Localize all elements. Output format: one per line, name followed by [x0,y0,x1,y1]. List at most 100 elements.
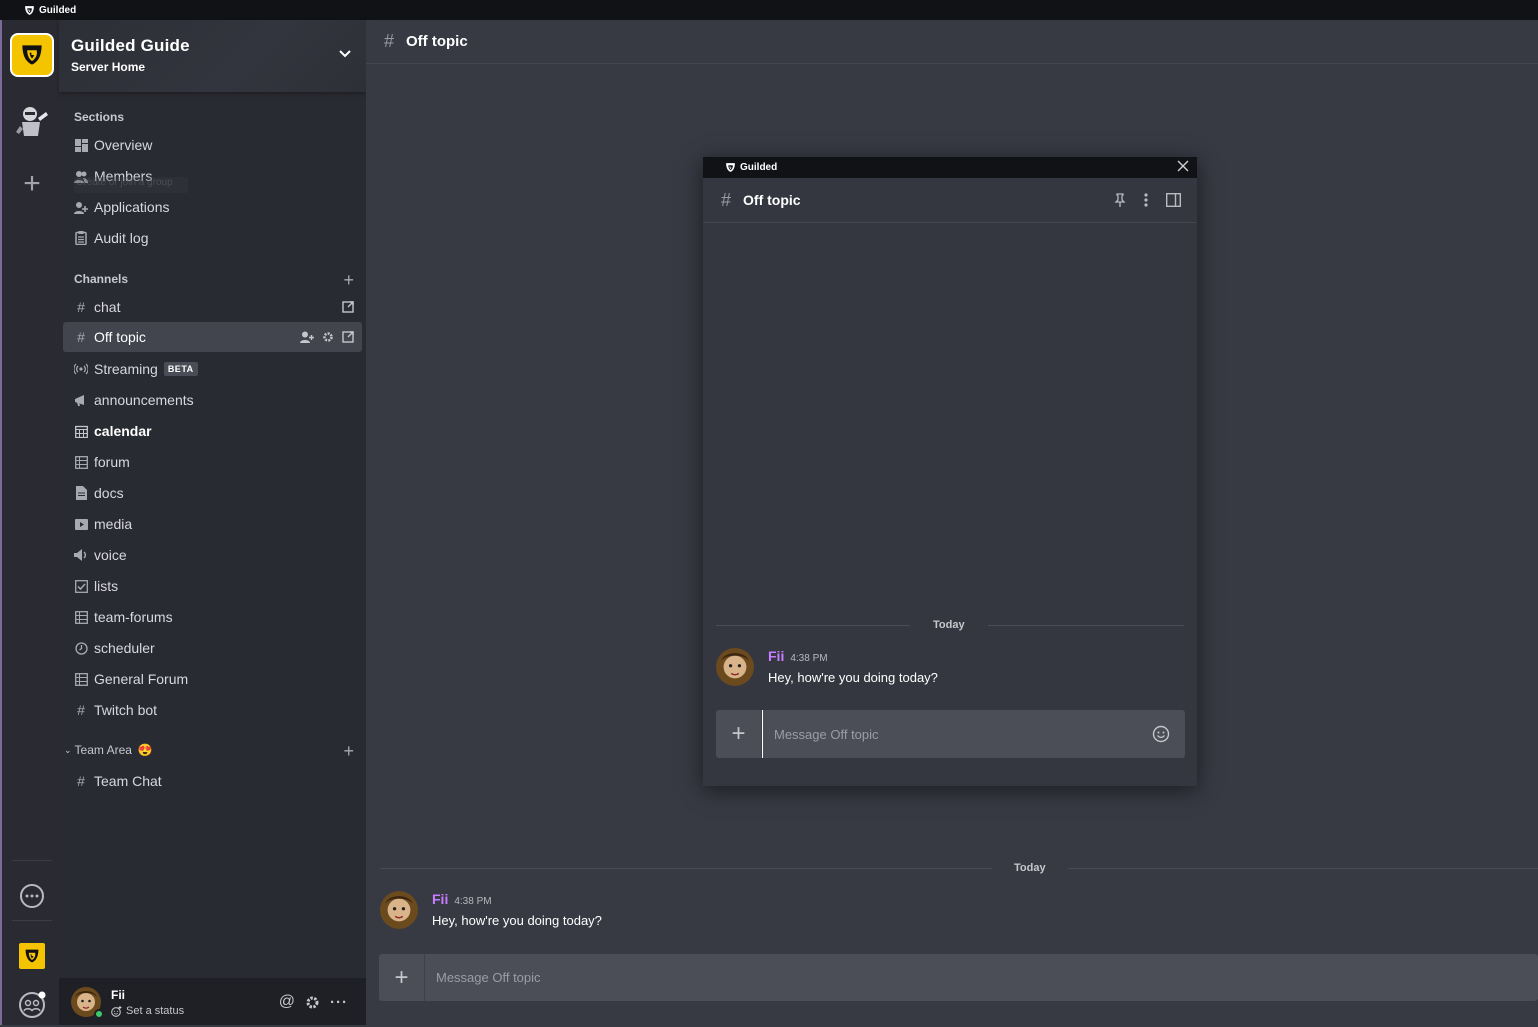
channel-item-docs[interactable]: docs [63,478,362,508]
section-item-overview[interactable]: Overview [63,130,362,160]
guilded-home-button[interactable] [10,934,54,978]
message-time: 4:38 PM [454,896,492,907]
team-area-emoji: 😍 [137,743,153,757]
channel-item-twitch-bot[interactable]: # Twitch bot [63,695,362,725]
add-user-icon [74,200,88,214]
message-composer: + [379,954,1538,1001]
channel-item-team-forums[interactable]: team-forums [63,602,362,632]
channel-item-label: scheduler [94,640,155,656]
day-separator-label: Today [933,619,965,631]
pin-icon[interactable] [1114,193,1126,207]
channels-label: Channels [74,272,129,286]
close-icon[interactable] [1177,160,1189,172]
day-separator-label: Today [1014,862,1046,874]
channel-item-off-topic[interactable]: # Off topic [63,322,362,352]
channel-item-label: docs [94,485,124,501]
popout-icon[interactable] [342,331,354,343]
channel-item-chat[interactable]: # chat [63,292,362,322]
channel-item-voice[interactable]: voice [63,540,362,570]
online-indicator [94,1009,104,1019]
add-channel-button[interactable]: + [343,271,354,289]
channel-item-label: voice [94,547,127,563]
hash-icon: # [77,329,85,345]
emoji-icon[interactable] [1152,725,1170,743]
friends-button[interactable] [10,983,54,1027]
message-text: Hey, how're you doing today? [432,913,602,928]
channel-item-label: forum [94,454,130,470]
popout-icon[interactable] [342,301,354,313]
message-input[interactable] [425,954,1538,1001]
gear-icon[interactable] [305,995,320,1010]
direct-messages-button[interactable] [10,874,54,918]
kebab-menu-icon[interactable] [1144,193,1148,207]
knight-server-icon [16,107,48,136]
separator-line [1067,867,1538,869]
popout-titlebar: Guilded [703,157,1197,178]
team-area-group[interactable]: ⌄ Team Area 😍 [64,743,153,757]
channel-item-label: General Forum [94,671,189,687]
add-server-button[interactable]: + [10,162,54,206]
section-item-audit-log[interactable]: Audit log [63,223,362,253]
calendar-icon [74,424,88,438]
gear-icon[interactable] [322,331,334,343]
rail-divider [12,860,52,861]
server-guilded-guide[interactable] [10,33,54,77]
channel-item-announcements[interactable]: announcements [63,385,362,415]
popout-channel-header: # Off topic [703,178,1197,223]
server-knight[interactable] [10,100,54,144]
section-item-label: Audit log [94,230,149,246]
channel-sidebar: Guilded Guide Server Home Sections Overv… [59,20,366,1025]
status-label: Set a status [126,1005,185,1017]
chevron-down-icon[interactable] [338,47,352,61]
channel-item-forum[interactable]: forum [63,447,362,477]
server-rail: + [0,20,59,1025]
window-titlebar: Guilded [0,0,1538,20]
attach-plus-button[interactable]: + [716,710,762,758]
hash-icon: # [77,702,85,718]
set-status-button[interactable]: Set a status [111,1005,184,1017]
day-separator: Today [380,862,1538,874]
message-composer: + [716,710,1185,758]
hash-icon: # [384,31,395,51]
channel-item-label: calendar [94,423,152,439]
channel-item-streaming[interactable]: Streaming BETA [63,354,362,384]
forum-icon [74,610,88,624]
channel-item-label: Twitch bot [94,702,158,718]
dashboard-icon [74,138,88,152]
section-item-applications[interactable]: Applications [63,192,362,222]
side-panel-icon[interactable] [1166,193,1181,207]
server-name: Guilded Guide [71,36,190,55]
avatar[interactable] [380,891,418,929]
server-header[interactable]: Guilded Guide Server Home [59,20,366,92]
channel-item-media[interactable]: media [63,509,362,539]
mentions-icon[interactable]: @ [279,993,295,1011]
message-author[interactable]: Fii [768,648,784,664]
channel-item-label: lists [94,578,119,594]
channel-title: Off topic [406,33,468,50]
more-options-icon[interactable]: ··· [330,994,348,1011]
channel-item-general-forum[interactable]: General Forum [63,664,362,694]
avatar[interactable] [716,648,754,686]
channel-item-calendar[interactable]: calendar [63,416,362,446]
channel-header: # Off topic [366,20,1538,64]
attach-plus-button[interactable]: + [379,954,425,1001]
forum-icon [74,672,88,686]
channel-item-lists[interactable]: lists [63,571,362,601]
hash-icon: # [77,773,85,789]
message: Fii 4:38 PM Hey, how're you doing today? [380,891,602,929]
add-team-channel-button[interactable]: + [343,742,354,760]
message-author[interactable]: Fii [432,891,448,907]
channel-item-team-chat[interactable]: # Team Chat [63,766,362,796]
channel-item-scheduler[interactable]: scheduler [63,633,362,663]
hash-icon: # [721,189,732,210]
message-input[interactable] [762,710,1152,758]
invite-user-icon[interactable] [300,331,314,343]
popout-app-title: Guilded [740,162,778,173]
section-item-label: Overview [94,137,153,153]
channel-item-label: Streaming [94,361,158,377]
popout-window: Guilded # Off topic Today Fii 4:38 PM Hey… [703,157,1197,786]
channel-item-label: media [94,516,133,532]
ghost-tooltip: Create or join a group [74,177,188,193]
channel-item-label: chat [94,299,121,315]
guilded-logo-icon [22,45,42,65]
